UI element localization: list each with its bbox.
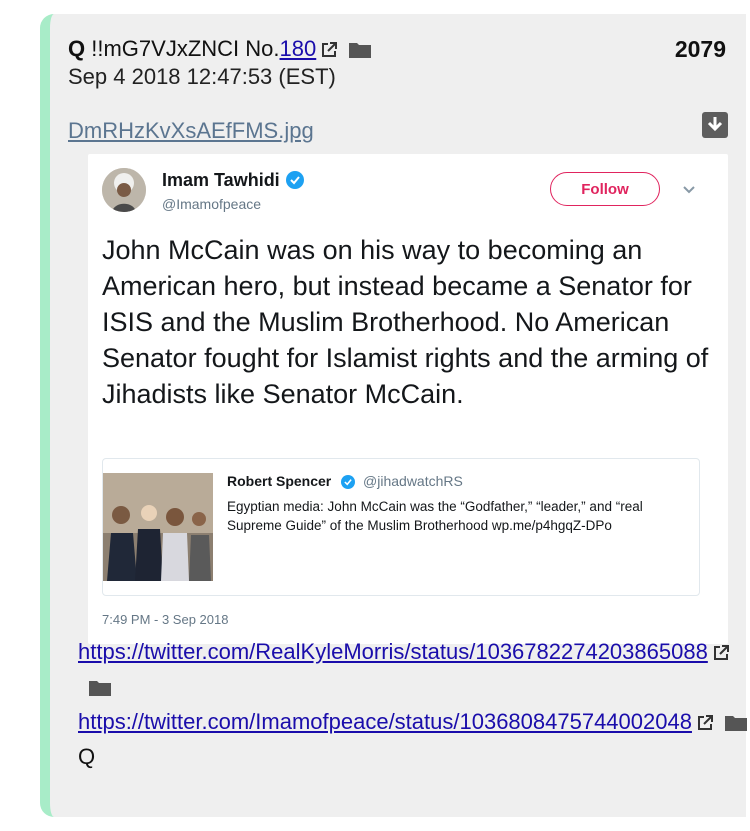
- post-count: 2079: [674, 36, 726, 62]
- twitter-link[interactable]: https://twitter.com/RealKyleMorris/statu…: [78, 639, 708, 664]
- quoted-tweet-author: Robert Spencer @jihadwatchRS: [227, 473, 463, 492]
- follow-button[interactable]: Follow: [550, 172, 660, 206]
- post-body: https://twitter.com/RealKyleMorris/statu…: [78, 636, 748, 773]
- post-container: Q !!mG7VJxZNCI No.180 2079 Sep 4 2018 12…: [40, 14, 748, 817]
- folder-icon[interactable]: [724, 709, 748, 741]
- external-link-icon[interactable]: [320, 39, 338, 65]
- attachment-filename[interactable]: DmRHzKvXsAEfFMS.jpg: [68, 118, 314, 144]
- post-header: Q !!mG7VJxZNCI No.180: [68, 36, 372, 65]
- quoted-tweet-author-name: Robert Spencer: [227, 473, 332, 489]
- twitter-link[interactable]: https://twitter.com/Imamofpeace/status/1…: [78, 709, 692, 734]
- tweet-image: Imam Tawhidi @Imamofpeace Follow John Mc…: [88, 154, 728, 644]
- tweet-author-name: Imam Tawhidi: [162, 170, 304, 194]
- tweet-timestamp: 7:49 PM - 3 Sep 2018: [102, 612, 229, 627]
- link-line: https://twitter.com/RealKyleMorris/statu…: [78, 636, 748, 706]
- tweet-author-handle: @Imamofpeace: [162, 196, 262, 212]
- folder-icon[interactable]: [88, 674, 112, 706]
- post-tripcode: !!mG7VJxZNCI: [91, 36, 240, 61]
- folder-icon[interactable]: [348, 39, 372, 65]
- external-link-icon[interactable]: [712, 639, 730, 671]
- tweet-author-name-text: Imam Tawhidi: [162, 170, 280, 190]
- tweet-text: John McCain was on his way to becoming a…: [102, 235, 709, 409]
- post-number-link[interactable]: 180: [280, 36, 317, 61]
- quoted-tweet-text: Egyptian media: John McCain was the “God…: [227, 499, 643, 533]
- post-date: Sep 4 2018 12:47:53 (EST): [68, 64, 336, 89]
- post-no-label: No.: [245, 36, 280, 61]
- quoted-tweet: Robert Spencer @jihadwatchRS Egyptian me…: [102, 458, 700, 596]
- post-signature: Q: [78, 744, 96, 769]
- link-line: https://twitter.com/Imamofpeace/status/1…: [78, 706, 748, 741]
- avatar: [102, 168, 146, 212]
- verified-icon: [341, 475, 356, 492]
- quoted-tweet-handle: @jihadwatchRS: [363, 473, 463, 489]
- quoted-tweet-photo: [103, 473, 213, 581]
- post-author: Q: [68, 36, 86, 61]
- download-icon[interactable]: [702, 112, 728, 138]
- verified-icon: [285, 171, 304, 194]
- external-link-icon[interactable]: [696, 709, 714, 741]
- chevron-down-icon[interactable]: [682, 182, 696, 200]
